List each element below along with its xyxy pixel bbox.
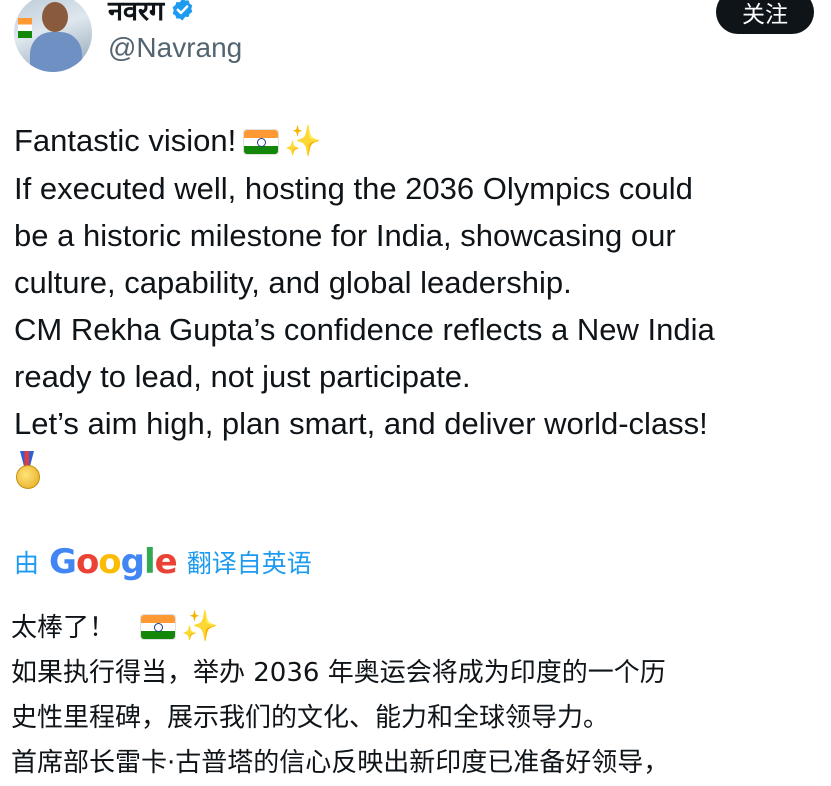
- post-line: culture, capability, and global leadersh…: [14, 265, 572, 300]
- author-avatar[interactable]: [14, 0, 92, 72]
- author-name-row[interactable]: नवरग: [108, 0, 195, 28]
- post-line: CM Rekha Gupta’s confidence reflects a N…: [14, 312, 715, 347]
- verified-badge-icon: [172, 0, 193, 20]
- post-text: Fantastic vision! ✨ If executed well, hos…: [14, 117, 829, 504]
- post-line: ready to lead, not just participate.: [14, 359, 471, 394]
- translated-line: 太棒了！ ✨: [11, 604, 826, 651]
- google-logo-icon: Google: [49, 542, 178, 582]
- post-line: Let’s aim high, plan smart, and deliver …: [14, 406, 708, 441]
- post-line: [14, 447, 829, 504]
- sparkles-emoji-icon: ✨: [284, 125, 322, 158]
- translate-prefix: 由: [14, 549, 40, 578]
- india-flag-emoji-icon: [244, 130, 279, 154]
- translated-line: 如果执行得当，举办 2036 年奥运会将成为印度的一个历: [11, 658, 666, 688]
- sparkles-emoji-icon: ✨: [181, 609, 219, 644]
- post-line: Fantastic vision! ✨: [14, 117, 829, 165]
- translated-text: 太棒了！ ✨ 如果执行得当，举办 2036 年奥运会将成为印度的一个历 史性里程碑…: [11, 604, 826, 786]
- author-handle[interactable]: @Navrang: [108, 32, 242, 64]
- post-line: If executed well, hosting the 2036 Olymp…: [14, 171, 693, 206]
- translated-by-google-link[interactable]: 由 Google 翻译自英语: [14, 540, 312, 584]
- translated-line: 首席部长雷卡·古普塔的信心反映出新印度已准备好领导，: [11, 748, 670, 778]
- translate-suffix: 翻译自英语: [186, 549, 312, 578]
- follow-button[interactable]: 关注: [716, 0, 814, 34]
- gold-medal-emoji-icon: [14, 447, 40, 491]
- translated-line: 史性里程碑，展示我们的文化、能力和全球领导力。: [11, 703, 610, 733]
- post-line: be a historic milestone for India, showc…: [14, 218, 676, 253]
- india-flag-emoji-icon: [141, 615, 176, 639]
- author-display-name[interactable]: नवरग: [108, 0, 164, 28]
